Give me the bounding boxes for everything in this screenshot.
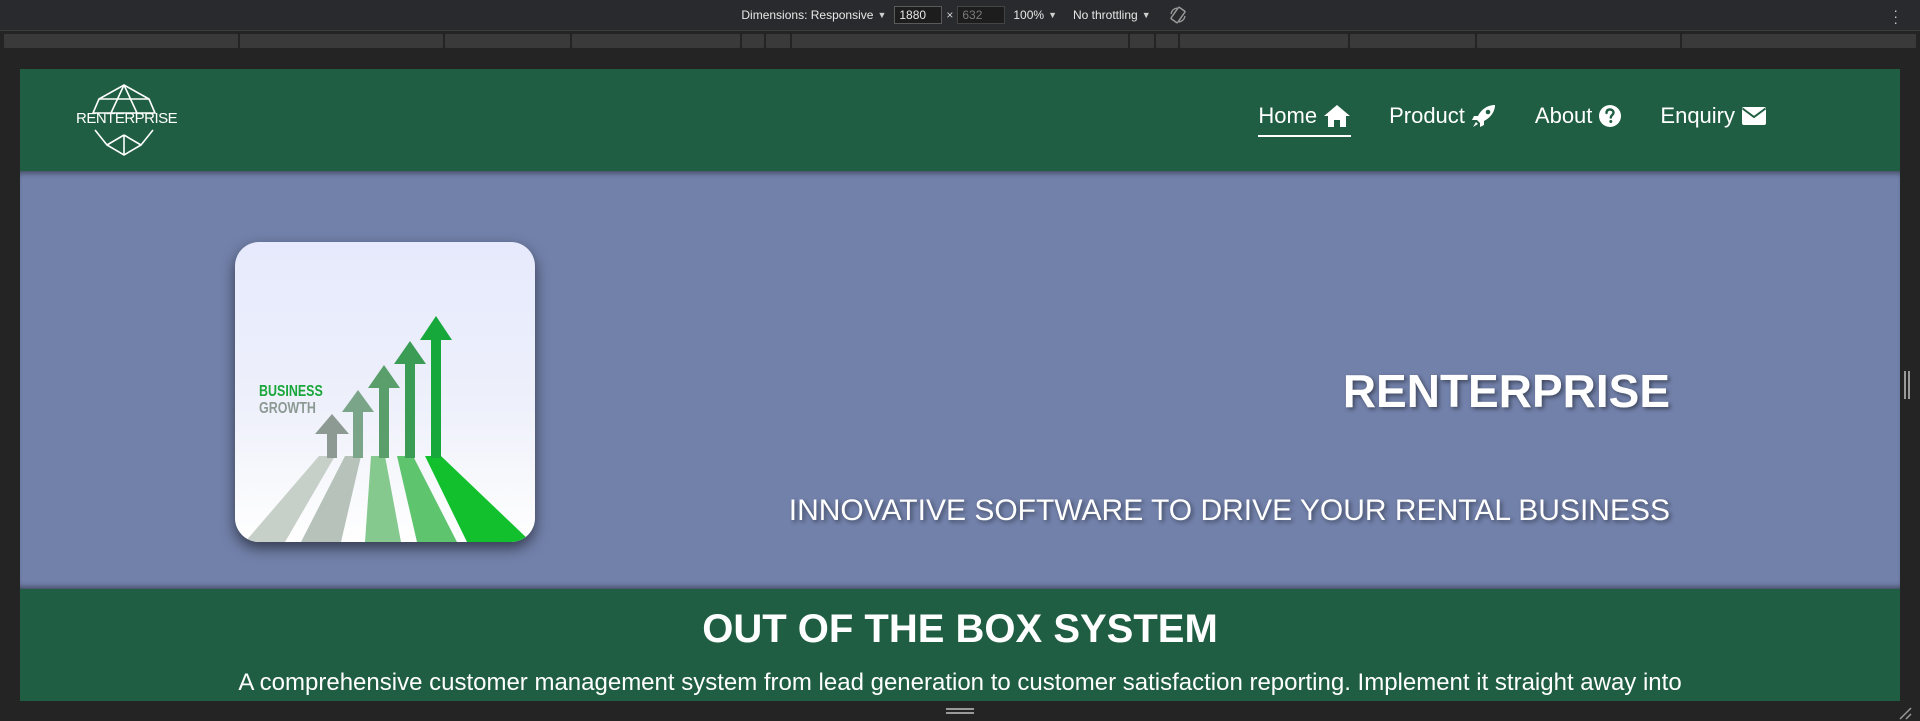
nav-home[interactable]: Home xyxy=(1258,103,1352,137)
nav-home-label: Home xyxy=(1258,103,1318,128)
media-query-segment[interactable] xyxy=(1130,34,1154,48)
zoom-label: 100% xyxy=(1013,8,1045,22)
business-growth-image: BUSINESS GROWTH xyxy=(235,242,535,542)
emulated-viewport: RENTERPRISE Home Product About Enquiry B… xyxy=(20,69,1900,701)
width-input[interactable] xyxy=(894,6,943,24)
zoom-dropdown[interactable]: 100% ▼ xyxy=(1013,8,1057,22)
media-query-segment[interactable] xyxy=(766,34,790,48)
site-logo[interactable]: RENTERPRISE xyxy=(76,83,178,157)
rocket-icon xyxy=(1471,105,1495,127)
section-text: A comprehensive customer management syst… xyxy=(238,669,1682,696)
times-glyph: × xyxy=(946,8,954,22)
hero-section: BUSINESS GROWTH RENTERPRISE INNOVATIVE S… xyxy=(20,171,1900,589)
media-query-segment[interactable] xyxy=(239,34,444,48)
media-query-segment[interactable] xyxy=(445,34,571,48)
section-title: OUT OF THE BOX SYSTEM xyxy=(702,607,1218,651)
home-icon xyxy=(1324,105,1351,127)
devtools-device-toolbar: Dimensions: Responsive ▼ × 100% ▼ No thr… xyxy=(0,0,1920,31)
nav-product[interactable]: Product xyxy=(1389,103,1497,137)
caret-down-icon: ▼ xyxy=(1141,10,1151,20)
corner-resize-handle[interactable] xyxy=(1898,706,1912,720)
media-query-segment[interactable] xyxy=(572,34,741,48)
question-circle-icon xyxy=(1599,105,1622,127)
media-query-segment[interactable] xyxy=(791,34,1129,48)
media-query-segment[interactable] xyxy=(742,34,765,48)
caret-down-icon: ▼ xyxy=(1048,10,1057,20)
more-options-icon[interactable]: · · · xyxy=(1893,3,1898,29)
media-query-segment[interactable] xyxy=(1155,34,1178,48)
media-query-segment[interactable] xyxy=(1682,34,1916,48)
media-query-bar xyxy=(0,31,1920,51)
nav-about-label: About xyxy=(1534,103,1593,128)
throttling-dropdown[interactable]: No throttling ▼ xyxy=(1073,8,1151,22)
media-query-segment[interactable] xyxy=(1349,34,1475,48)
hero-subtitle: INNOVATIVE SOFTWARE TO DRIVE YOUR RENTAL… xyxy=(788,494,1670,527)
throttling-label: No throttling xyxy=(1073,8,1138,22)
dimensions-label: Dimensions: Responsive xyxy=(741,8,874,22)
media-query-segment[interactable] xyxy=(1179,34,1348,48)
main-nav: Home Product About Enquiry xyxy=(1258,103,1767,137)
caret-down-icon: ▼ xyxy=(877,10,887,20)
bottom-resize-handle[interactable] xyxy=(946,708,974,714)
features-section: OUT OF THE BOX SYSTEM A comprehensive cu… xyxy=(20,589,1900,701)
image-text-business: BUSINESS xyxy=(259,383,323,400)
nav-about[interactable]: About xyxy=(1535,103,1623,137)
media-query-segment[interactable] xyxy=(4,34,238,48)
nav-enquiry-label: Enquiry xyxy=(1660,103,1735,128)
nav-enquiry[interactable]: Enquiry xyxy=(1660,103,1767,137)
envelope-icon xyxy=(1741,107,1767,125)
image-text-growth: GROWTH xyxy=(259,400,316,417)
logo-text: RENTERPRISE xyxy=(76,110,178,127)
dimensions-dropdown[interactable]: Dimensions: Responsive ▼ xyxy=(741,8,886,22)
media-query-segment[interactable] xyxy=(1476,34,1681,48)
height-input[interactable] xyxy=(957,6,1006,24)
hero-title: RENTERPRISE xyxy=(1342,365,1670,417)
right-resize-handle[interactable] xyxy=(1904,371,1910,399)
nav-product-label: Product xyxy=(1389,103,1465,128)
rotate-icon[interactable] xyxy=(1169,6,1187,24)
site-navbar: RENTERPRISE Home Product About Enquiry xyxy=(20,69,1900,171)
